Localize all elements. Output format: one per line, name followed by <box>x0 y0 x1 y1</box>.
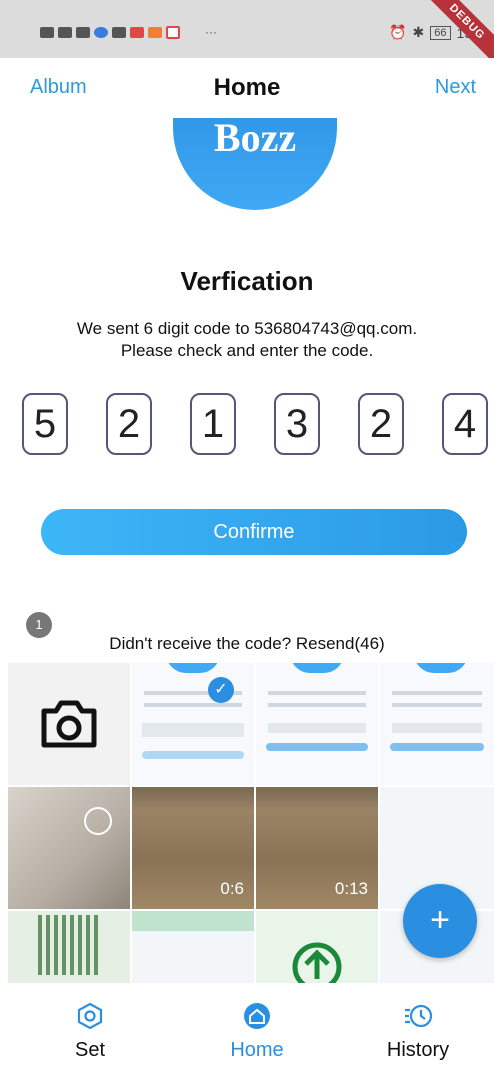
page-title: Home <box>213 74 281 101</box>
verification-description: We sent 6 digit code to 536804743@qq.com… <box>0 318 494 362</box>
code-digit-3[interactable]: 1 <box>190 393 236 455</box>
status-bar: ··· ⏰ ✱ 66 15: DEBUG <box>0 0 494 68</box>
video-thumbnail[interactable]: 0:6 <box>132 787 254 909</box>
home-icon <box>244 1003 270 1029</box>
photo-thumbnail[interactable]: ✓ <box>132 663 254 785</box>
resend-link[interactable]: Didn't receive the code? Resend(46) <box>0 634 494 654</box>
confirm-button[interactable]: Confirme <box>41 509 467 555</box>
photo-thumbnail[interactable] <box>132 911 254 983</box>
tab-label: Set <box>74 1039 106 1061</box>
tab-label: Home <box>230 1039 284 1061</box>
photo-thumbnail[interactable] <box>8 787 130 909</box>
history-icon <box>405 1004 433 1028</box>
tab-home[interactable]: Home <box>197 1001 317 1062</box>
next-button[interactable]: Next <box>435 76 476 99</box>
verification-title: Verfication <box>180 266 314 296</box>
photo-thumbnail[interactable] <box>380 663 494 785</box>
bluetooth-icon: ✱ <box>412 24 425 40</box>
checkmark-icon: ✓ <box>208 677 234 703</box>
more-notifications: ··· <box>205 25 217 39</box>
photo-thumbnail[interactable] <box>256 911 378 983</box>
code-digit-2[interactable]: 2 <box>106 393 152 455</box>
code-digit-4[interactable]: 3 <box>274 393 320 455</box>
description-line-2: Please check and enter the code. <box>120 341 374 360</box>
app-notification-icon <box>130 27 144 38</box>
video-duration: 0:6 <box>220 879 244 898</box>
wifi-icon <box>76 27 90 38</box>
add-button[interactable]: + <box>403 884 477 958</box>
app-notification-icon <box>94 27 108 38</box>
video-duration: 0:13 <box>334 879 368 898</box>
status-icons <box>40 26 180 39</box>
select-circle[interactable] <box>84 807 112 835</box>
app-notification-icon <box>148 27 162 38</box>
code-inputs: 5 2 1 3 2 4 <box>22 393 488 455</box>
hexagon-gear-icon <box>77 1002 103 1030</box>
hd-icon <box>40 27 54 38</box>
photo-thumbnail[interactable] <box>8 911 130 983</box>
app-header: Album Home Next <box>0 58 494 118</box>
battery-indicator: 66 <box>430 25 451 40</box>
logo-text: Bozz <box>213 115 297 160</box>
code-digit-1[interactable]: 5 <box>22 393 68 455</box>
description-line-1: We sent 6 digit code to 536804743@qq.com… <box>76 319 418 338</box>
code-digit-6[interactable]: 4 <box>442 393 488 455</box>
app-notification-icon <box>166 26 180 39</box>
app-notification-icon <box>112 27 126 38</box>
camera-tile[interactable] <box>8 663 130 785</box>
tab-history[interactable]: History <box>358 1001 478 1062</box>
camera-icon <box>41 700 97 748</box>
code-digit-5[interactable]: 2 <box>358 393 404 455</box>
bottom-tab-bar: Set Home History <box>0 983 494 1068</box>
tab-label: History <box>386 1039 450 1061</box>
tab-set[interactable]: Set <box>30 1001 150 1062</box>
signal-icon <box>58 27 72 38</box>
video-thumbnail[interactable]: 0:13 <box>256 787 378 909</box>
photo-thumbnail[interactable] <box>256 663 378 785</box>
alarm-icon: ⏰ <box>389 24 407 40</box>
arrow-up-icon <box>292 942 342 983</box>
